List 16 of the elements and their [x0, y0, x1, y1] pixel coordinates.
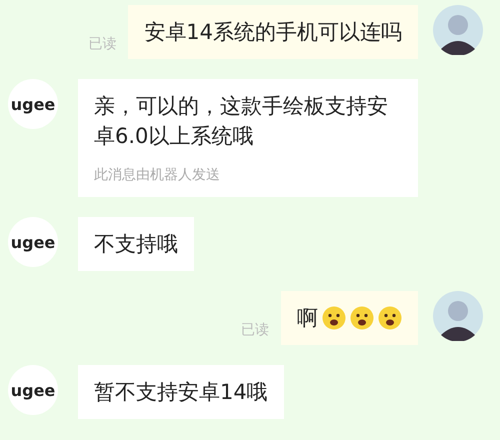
message-bubble: 啊 — [281, 291, 418, 345]
read-receipt: 已读 — [88, 35, 116, 53]
shop-avatar[interactable]: ugee — [8, 217, 58, 267]
message-bubble: 暂不支持安卓14哦 — [78, 365, 284, 419]
avatar-icon[interactable] — [433, 5, 483, 55]
frowning-face-icon — [378, 306, 402, 330]
bot-notice: 此消息由机器人发送 — [94, 166, 221, 185]
shop-avatar[interactable]: ugee — [8, 79, 58, 129]
message-bubble: 亲，可以的，这款手绘板支持安卓6.0以上系统哦 此消息由机器人发送 — [78, 79, 418, 197]
message-bubble: 不支持哦 — [78, 217, 194, 271]
frowning-face-icon — [350, 306, 374, 330]
message-bubble: 安卓14系统的手机可以连吗 — [128, 5, 418, 59]
avatar-icon[interactable] — [433, 291, 483, 341]
read-receipt: 已读 — [241, 321, 269, 339]
shop-avatar[interactable]: ugee — [8, 365, 58, 415]
frowning-face-icon — [322, 306, 346, 330]
